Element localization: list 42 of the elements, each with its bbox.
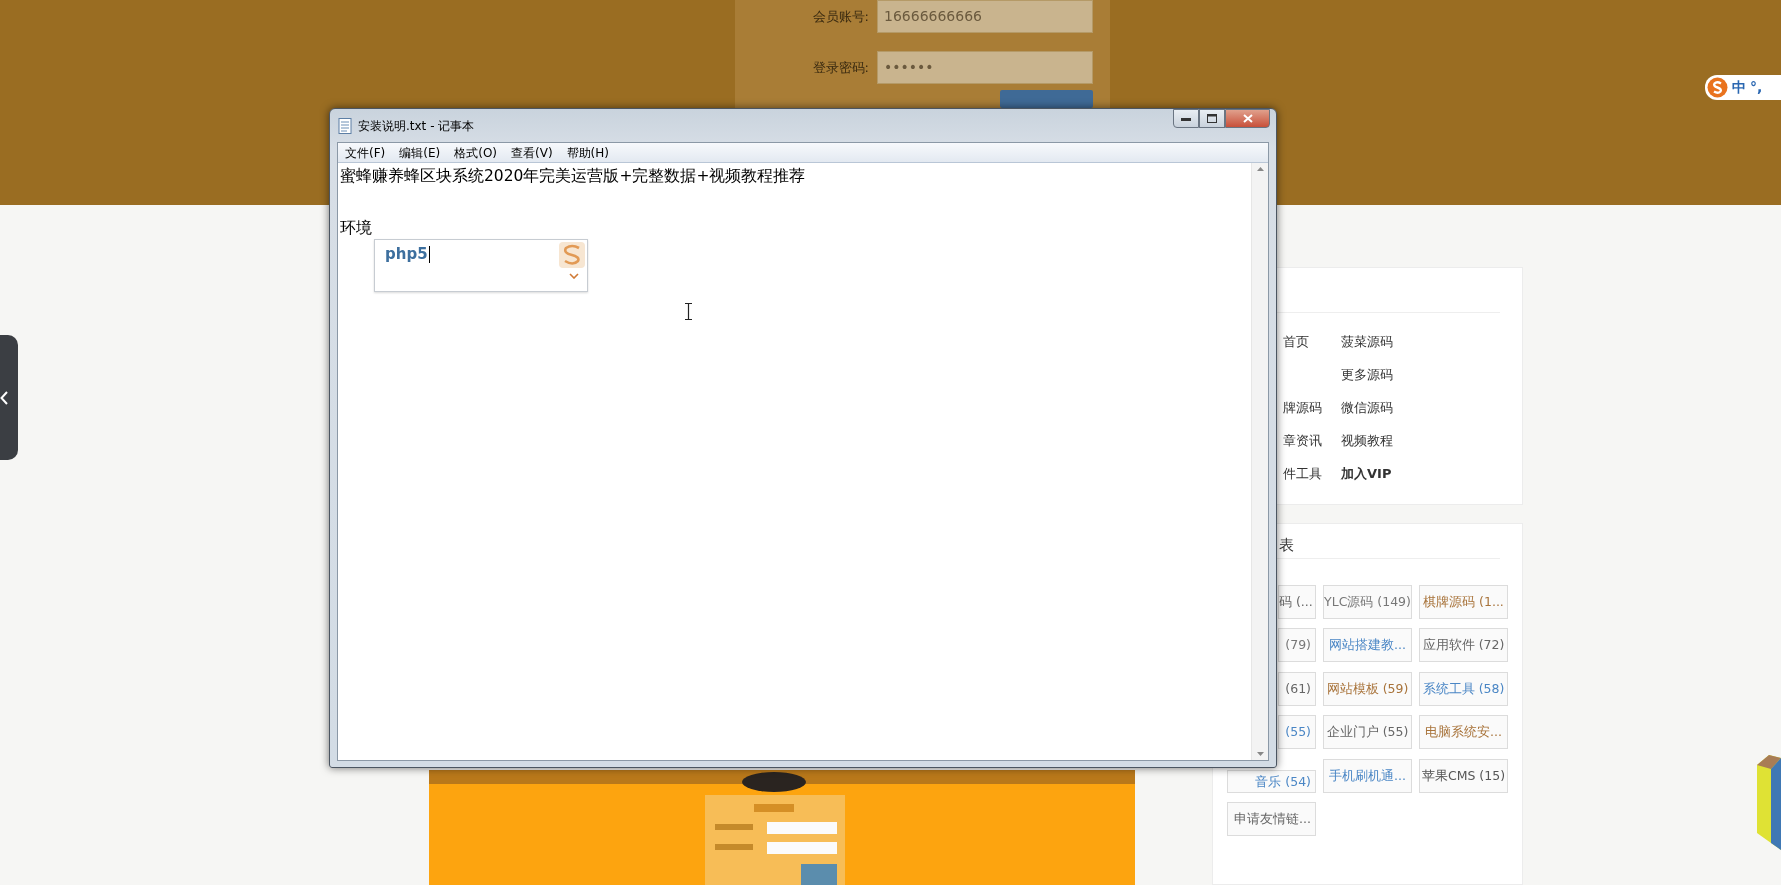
category-tag[interactable]: 网站模板 (59) <box>1323 671 1412 706</box>
nav-link[interactable]: 章资讯 <box>1283 432 1322 448</box>
nav-link[interactable]: 加入VIP <box>1341 465 1392 481</box>
nav-link[interactable]: 件工具 <box>1283 465 1322 481</box>
category-tag[interactable]: (55) <box>1278 715 1316 750</box>
nav-link[interactable]: 视频教程 <box>1341 432 1393 448</box>
category-tag[interactable]: 企业门户 (55) <box>1323 715 1412 750</box>
punctuation-label: °, <box>1750 78 1763 97</box>
category-tag[interactable]: 系统工具 (58) <box>1419 671 1508 706</box>
input-field[interactable]: 16666666666 <box>877 0 1093 33</box>
menu-item[interactable]: 帮助(H) <box>559 143 616 162</box>
category-tag[interactable]: 申请友情链... <box>1227 801 1316 836</box>
input-mode-label: 中 <box>1732 78 1746 97</box>
nav-link[interactable]: 菠菜源码 <box>1341 333 1393 349</box>
text-line: 环境 <box>340 218 372 239</box>
category-tag[interactable]: 手机刷机通... <box>1323 758 1412 793</box>
window-title: 安装说明.txt - 记事本 <box>358 117 475 135</box>
nav-link[interactable]: 首页 <box>1283 333 1309 349</box>
ime-toolbar[interactable]: 中 °, <box>1705 75 1781 100</box>
text-line: 蜜蜂赚养蜂区块系统2020年完美运营版+完整数据+视频教程推荐 <box>340 166 806 187</box>
menu-item[interactable]: 查看(V) <box>504 143 560 162</box>
nav-link[interactable]: 微信源码 <box>1341 399 1393 415</box>
menu-item[interactable]: 格式(O) <box>447 143 505 162</box>
category-tag[interactable]: (61) <box>1278 671 1316 706</box>
category-tag[interactable]: 音乐 (54) <box>1227 769 1316 793</box>
card-title: 表 <box>1279 535 1295 556</box>
category-tag[interactable]: 棋牌源码 (1... <box>1419 585 1508 619</box>
category-tag[interactable]: YLC源码 (149) <box>1323 585 1412 619</box>
category-tag[interactable]: 码 (... <box>1278 585 1316 619</box>
nav-link[interactable]: 牌源码 <box>1283 399 1322 415</box>
field-label: 会员账号: <box>811 7 869 26</box>
nav-link[interactable]: 更多源码 <box>1341 366 1393 382</box>
ime-input-text: php5 <box>385 244 430 265</box>
category-tag[interactable]: 应用软件 (72) <box>1419 628 1508 663</box>
input-field[interactable]: •••••• <box>877 51 1093 84</box>
category-tag[interactable]: 苹果CMS (15) <box>1419 758 1508 793</box>
menu-item[interactable]: 文件(F) <box>338 143 393 162</box>
menu-item[interactable]: 编辑(E) <box>392 143 448 162</box>
category-tag[interactable]: 网站搭建教... <box>1323 628 1412 663</box>
field-label: 登录密码: <box>811 58 869 77</box>
category-tag[interactable]: (79) <box>1278 628 1316 663</box>
category-tag[interactable]: 电脑系统安... <box>1419 715 1508 750</box>
